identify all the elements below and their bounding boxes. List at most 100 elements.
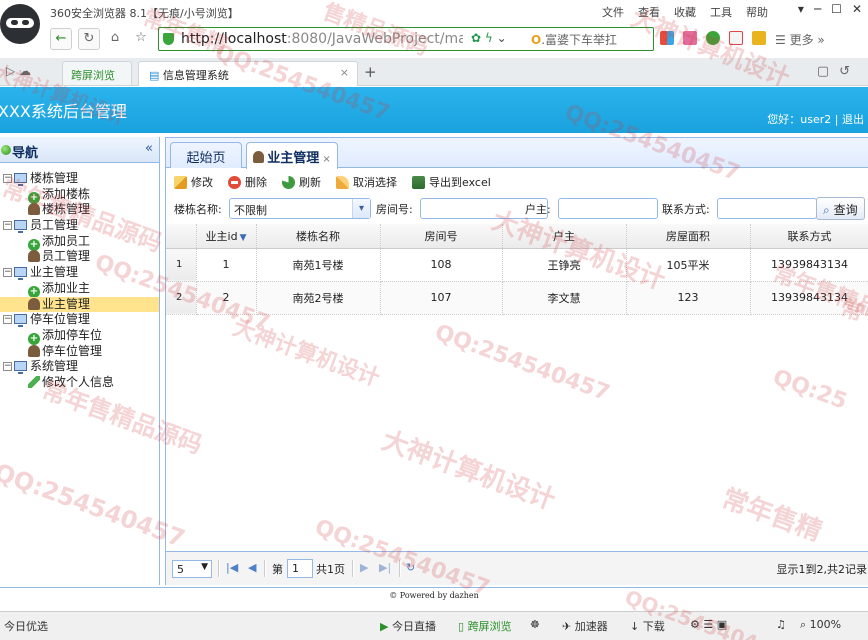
pagination-info: 显示1到2,共2记录 — [776, 563, 868, 576]
game-icon[interactable] — [752, 31, 766, 45]
mail-icon[interactable] — [683, 31, 697, 45]
edit-button[interactable]: 修改 — [174, 173, 220, 191]
first-page-icon[interactable]: |◀ — [226, 561, 238, 574]
tree-group-employee[interactable]: − 员工管理 — [0, 218, 159, 234]
refresh-icon — [282, 175, 295, 189]
export-excel-button[interactable]: 导出到excel — [412, 173, 498, 191]
tree-item-add-building[interactable]: + 添加楼栋 — [0, 187, 159, 204]
tab-cross-screen[interactable]: 跨屏浏览 — [62, 61, 132, 85]
tab-info-system[interactable]: ▤ 信息管理系统 × — [138, 61, 358, 86]
collapse-toggle-icon[interactable]: − — [3, 315, 12, 325]
menu-file[interactable]: 文件 — [602, 4, 624, 20]
status-tools-icon[interactable]: ⚙ ☰ ▣ — [690, 618, 727, 631]
star-icon[interactable]: ☆ — [130, 28, 152, 50]
new-tab-button[interactable]: + — [364, 63, 377, 81]
menu-help[interactable]: 帮助 — [746, 4, 768, 20]
owner-input[interactable] — [558, 198, 658, 219]
logout-link[interactable]: 退出 — [842, 113, 864, 126]
column-header-area[interactable]: 房屋面积 — [626, 224, 751, 249]
table-row[interactable]: 2 2 南苑2号楼 107 李文慧 123 13939843134 — [166, 281, 868, 315]
tree-item-building-manage[interactable]: 楼栋管理 — [0, 202, 159, 218]
close-tab-icon[interactable]: × — [322, 154, 330, 165]
folder-pc-icon — [14, 220, 27, 234]
tree-item-add-owner[interactable]: + 添加业主 — [0, 281, 159, 298]
page-size-select[interactable]: 5 ▼ — [172, 560, 212, 578]
folder-pc-icon — [14, 314, 27, 328]
column-header-room[interactable]: 房间号 — [380, 224, 503, 249]
status-accelerator[interactable]: ✈ 加速器 — [562, 618, 608, 634]
prev-page-icon[interactable]: ◀ — [248, 561, 256, 574]
menu-tools[interactable]: 工具 — [710, 4, 732, 20]
tree-item-parking-manage[interactable]: 停车位管理 — [0, 344, 159, 360]
skin-icon[interactable]: ▾ — [798, 2, 804, 16]
sidebar-header: 导航 « — [0, 137, 159, 163]
status-live[interactable]: ▶ 今日直播 — [380, 618, 436, 634]
close-tab-icon[interactable]: × — [340, 66, 349, 79]
tree-group-owner[interactable]: − 业主管理 — [0, 265, 159, 281]
chevron-down-icon[interactable]: ▾ — [352, 199, 370, 218]
security-icon[interactable] — [706, 31, 720, 45]
building-select[interactable]: 不限制 ▾ — [229, 198, 371, 219]
column-header-contact[interactable]: 联系方式 — [750, 224, 868, 249]
edit-icon — [174, 175, 187, 189]
url-text[interactable]: http://localhost:8080/JavaWebProject/mai… — [181, 31, 463, 47]
column-header-id[interactable]: 业主id ▼ — [196, 224, 257, 249]
tree-group-system[interactable]: − 系统管理 — [0, 359, 159, 375]
contact-input[interactable] — [717, 198, 817, 219]
tab-strip-right-icons[interactable]: ▢↺ — [817, 64, 860, 79]
collapse-toggle-icon[interactable]: − — [3, 362, 12, 372]
status-daily-pick[interactable]: 今日优选 — [4, 618, 48, 634]
tree-item-owner-manage[interactable]: 业主管理 — [0, 296, 159, 313]
unselect-button[interactable]: 取消选择 — [336, 173, 404, 191]
query-button[interactable]: ⌕ 查询 — [816, 197, 865, 220]
tree-group-building[interactable]: − 楼栋管理 — [0, 171, 159, 187]
building-label: 楼栋名称: — [174, 203, 222, 216]
security-shield-icon — [163, 33, 174, 45]
address-bar[interactable]: http://localhost:8080/JavaWebProject/mai… — [158, 27, 654, 51]
delete-button[interactable]: 删除 — [228, 173, 274, 191]
tree-group-parking[interactable]: − 停车位管理 — [0, 312, 159, 328]
tree-item-edit-profile[interactable]: 修改个人信息 — [0, 375, 159, 391]
cell-area: 105平米 — [626, 248, 751, 282]
back-icon[interactable]: ← — [50, 28, 72, 50]
translate-icon[interactable] — [729, 31, 743, 45]
table-row[interactable]: 1 1 南苑1号楼 108 王铮亮 105平米 13939843134 — [166, 248, 868, 282]
minimize-icon[interactable]: ─ — [814, 2, 821, 16]
tree-item-employee-manage[interactable]: 员工管理 — [0, 249, 159, 265]
close-window-icon[interactable]: ✕ — [852, 2, 862, 16]
last-page-icon[interactable]: ▶| — [379, 561, 391, 574]
collapse-toggle-icon[interactable]: − — [3, 174, 12, 183]
collapse-toggle-icon[interactable]: − — [3, 268, 12, 278]
page-total: 共1页 — [316, 563, 345, 576]
column-header-owner[interactable]: 户主 — [502, 224, 627, 249]
next-page-icon[interactable]: ▶ — [360, 561, 368, 574]
apps-icon[interactable] — [660, 31, 674, 45]
status-cross-screen[interactable]: ▯ 跨屏浏览 — [458, 618, 512, 634]
tab-strip-tools-icon[interactable]: ▷ ☁ — [6, 64, 31, 78]
maximize-icon[interactable]: ☐ — [831, 2, 842, 16]
collapse-sidebar-icon[interactable]: « — [145, 141, 153, 156]
tab-home[interactable]: 起始页 — [170, 142, 242, 168]
status-network-icon[interactable]: ☸ — [530, 618, 540, 631]
home-icon[interactable]: ⌂ — [104, 28, 126, 50]
refresh-page-icon[interactable]: ↻ — [406, 561, 415, 574]
page-number-input[interactable]: 1 — [287, 559, 313, 578]
refresh-button[interactable]: 刷新 — [282, 173, 328, 191]
status-download[interactable]: ↓ 下载 — [630, 618, 665, 634]
address-actions-icon[interactable]: ✿ ϟ ⌄ — [471, 31, 507, 45]
tree-item-add-parking[interactable]: + 添加停车位 — [0, 328, 159, 345]
tree-item-add-employee[interactable]: + 添加员工 — [0, 234, 159, 251]
tab-owner-manage[interactable]: 业主管理 × — [246, 142, 338, 169]
play-icon: ▶ — [380, 620, 389, 633]
search-icon: O — [531, 33, 542, 47]
collapse-toggle-icon[interactable]: − — [3, 221, 12, 231]
menu-favorites[interactable]: 收藏 — [674, 4, 696, 20]
cell-area: 123 — [626, 281, 751, 315]
search-engine-box[interactable]: O.富婆下车举扛 — [531, 31, 617, 48]
volume-icon[interactable]: ♫ — [776, 618, 786, 631]
more-icon[interactable]: ☰ 更多 » — [775, 31, 825, 48]
reload-icon[interactable]: ↻ — [78, 28, 100, 50]
column-header-building[interactable]: 楼栋名称 — [256, 224, 381, 249]
menu-view[interactable]: 查看 — [638, 4, 660, 20]
status-zoom[interactable]: ⌕ 100% — [800, 618, 841, 632]
